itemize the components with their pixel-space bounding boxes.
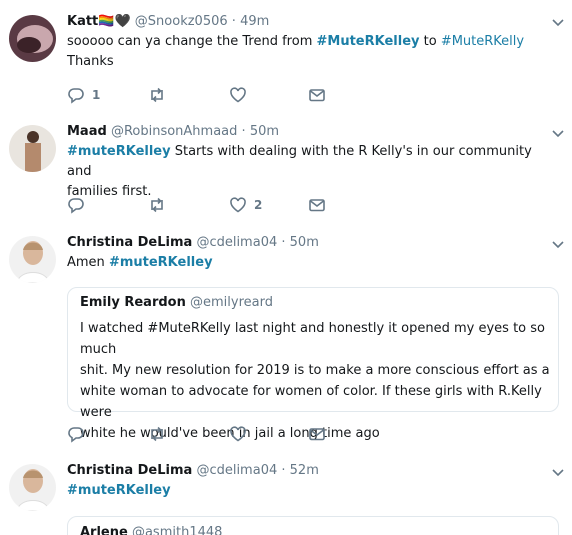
- envelope-icon: [309, 89, 325, 102]
- tweet-text-part: to: [419, 34, 441, 49]
- reply-button[interactable]: 1: [67, 86, 100, 104]
- hashtag-link[interactable]: #muteRKelley: [109, 255, 213, 270]
- reply-count: 1: [92, 88, 101, 102]
- timestamp[interactable]: 52m: [290, 463, 319, 478]
- reply-button[interactable]: [67, 425, 85, 443]
- direct-message-button[interactable]: [308, 196, 326, 214]
- avatar[interactable]: [9, 15, 56, 62]
- tweet[interactable]: Maad @RobinsonAhmaad · 50m #muteRKelley …: [0, 111, 572, 223]
- quoted-line: I watched #MuteRKelly last night and hon…: [80, 321, 545, 357]
- retweet-icon: [151, 87, 163, 103]
- quoted-author-handle: @asmith1448: [131, 525, 223, 535]
- quoted-author-name: Arlene: [80, 525, 128, 535]
- retweet-button[interactable]: [148, 86, 173, 104]
- author-handle[interactable]: @Snookz0506: [135, 14, 228, 29]
- separator-dot: ·: [241, 124, 246, 139]
- chevron-down-icon[interactable]: [550, 236, 566, 252]
- author-handle[interactable]: @cdelima04: [196, 463, 277, 478]
- heart-icon: [230, 87, 246, 103]
- heart-icon: [230, 197, 246, 213]
- timestamp[interactable]: 50m: [290, 235, 319, 250]
- tweet-actions: 1: [67, 86, 387, 104]
- hashtag-link[interactable]: #MuteRKelly: [441, 34, 524, 49]
- retweet-button[interactable]: [148, 425, 166, 443]
- direct-message-button[interactable]: [308, 425, 326, 443]
- retweet-icon: [151, 426, 163, 442]
- reply-icon: [68, 427, 84, 443]
- tweet-text-part: Amen: [67, 255, 109, 270]
- avatar[interactable]: [9, 464, 56, 511]
- author-name[interactable]: Christina DeLima: [67, 235, 192, 250]
- quoted-author-handle: @emilyreard: [189, 295, 273, 310]
- name-emoji: 🏳️‍🌈🖤: [98, 14, 131, 29]
- heart-icon: [230, 426, 246, 442]
- timestamp[interactable]: 50m: [250, 124, 279, 139]
- tweet[interactable]: Christina DeLima @cdelima04 · 52m #muteR…: [0, 451, 572, 535]
- reply-icon: [68, 198, 84, 214]
- quoted-author-name: Emily Reardon: [80, 295, 186, 310]
- tweet-text-part: Thanks: [67, 54, 114, 69]
- quoted-tweet[interactable]: Arlene @asmith1448: [67, 516, 559, 535]
- reply-icon: [68, 88, 84, 104]
- tweet-text: sooooo can ya change the Trend from #Mut…: [67, 32, 557, 72]
- timestamp[interactable]: 49m: [240, 14, 269, 29]
- author-name[interactable]: Maad: [67, 124, 107, 139]
- quoted-line: shit. My new resolution for 2019 is to m…: [80, 363, 550, 378]
- tweet[interactable]: Christina DeLima @cdelima04 · 50m Amen #…: [0, 222, 572, 452]
- separator-dot: ·: [281, 463, 286, 478]
- like-count: 2: [254, 198, 263, 212]
- avatar[interactable]: [9, 125, 56, 172]
- tweet-actions: 2: [67, 196, 387, 214]
- tweet-text: #muteRKelley Starts with dealing with th…: [67, 142, 557, 202]
- hashtag-link[interactable]: #muteRKelley: [67, 483, 171, 498]
- hashtag-link[interactable]: #muteRKelley: [67, 144, 171, 159]
- envelope-icon: [309, 199, 325, 212]
- retweet-icon: [151, 197, 163, 213]
- tweet[interactable]: Katt🏳️‍🌈🖤 @Snookz0506 · 49m sooooo can y…: [0, 0, 572, 112]
- author-name[interactable]: Christina DeLima: [67, 463, 192, 478]
- tweet-text: Amen #muteRKelley: [67, 253, 557, 273]
- author-handle[interactable]: @cdelima04: [196, 235, 277, 250]
- chevron-down-icon[interactable]: [550, 125, 566, 141]
- quoted-tweet[interactable]: Emily Reardon @emilyreard I watched #Mut…: [67, 287, 559, 441]
- chevron-down-icon[interactable]: [550, 14, 566, 30]
- hashtag-link[interactable]: #MuteRKelley: [317, 34, 420, 49]
- separator-dot: ·: [281, 235, 286, 250]
- chevron-down-icon[interactable]: [550, 464, 566, 480]
- author-name[interactable]: Katt: [67, 14, 98, 29]
- like-button[interactable]: [229, 86, 254, 104]
- like-button[interactable]: 2: [229, 196, 262, 214]
- avatar[interactable]: [9, 236, 56, 283]
- reply-button[interactable]: [67, 196, 92, 214]
- envelope-icon: [309, 428, 325, 441]
- direct-message-button[interactable]: [308, 86, 326, 104]
- separator-dot: ·: [231, 14, 236, 29]
- retweet-button[interactable]: [148, 196, 173, 214]
- tweet-text-part: sooooo can ya change the Trend from: [67, 34, 317, 49]
- author-handle[interactable]: @RobinsonAhmaad: [111, 124, 237, 139]
- tweet-text: #muteRKelley: [67, 481, 557, 501]
- quoted-line: white woman to advocate for women of col…: [80, 384, 542, 420]
- like-button[interactable]: [229, 425, 247, 443]
- tweet-actions: [67, 425, 387, 443]
